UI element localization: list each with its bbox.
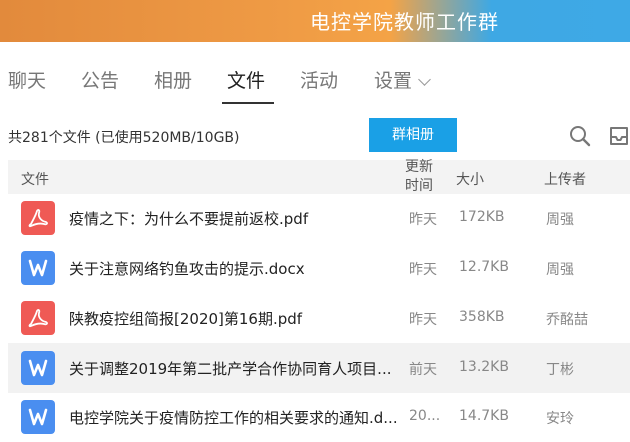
tab-settings-label: 设置 (374, 70, 413, 92)
word-icon (21, 351, 55, 385)
file-size: 12.7KB (459, 259, 509, 275)
file-uploader: 周强 (546, 212, 574, 228)
chevron-down-icon (418, 73, 431, 86)
file-name[interactable]: 关于调整2019年第二批产学合作协同育人项目... (69, 358, 399, 379)
header-size[interactable]: 大小 (456, 169, 484, 189)
file-time: 昨天 (409, 312, 437, 328)
title-bar: 电控学院教师工作群 (0, 0, 630, 42)
tab-album[interactable]: 相册 (154, 66, 192, 93)
pdf-icon (21, 301, 55, 335)
table-row[interactable]: 电控学院关于疫情防控工作的相关要求的通知.d... 20... 14.7KB 安… (8, 392, 630, 442)
word-icon (21, 251, 55, 285)
header-updated-line1: 更新 (405, 159, 433, 175)
inbox-icon[interactable] (607, 124, 630, 148)
tab-bar: 聊天 公告 相册 文件 活动 设置 (0, 58, 630, 104)
table-row[interactable]: 关于调整2019年第二批产学合作协同育人项目... 前天 13.2KB 丁彬 (8, 343, 630, 393)
table-row[interactable]: 陕教疫控组简报[2020]第16期.pdf 昨天 358KB 乔酩喆 (8, 293, 630, 343)
file-time: 昨天 (409, 212, 437, 228)
tab-announcement[interactable]: 公告 (81, 66, 119, 93)
file-size: 13.2KB (459, 359, 509, 375)
file-name[interactable]: 关于注意网络钓鱼攻击的提示.docx (69, 258, 399, 279)
file-time: 昨天 (409, 262, 437, 278)
header-name[interactable]: 文件 (21, 169, 49, 189)
header-uploader[interactable]: 上传者 (544, 169, 586, 189)
file-size: 14.7KB (459, 408, 509, 424)
file-name[interactable]: 陕教疫控组简报[2020]第16期.pdf (69, 308, 399, 329)
file-time: 前天 (409, 362, 437, 378)
search-icon[interactable] (568, 124, 592, 148)
table-header: 文件 更新 时间 大小 上传者 (8, 158, 630, 196)
file-time: 20... (409, 408, 441, 424)
file-size: 172KB (459, 209, 505, 225)
header-updated-line2: 时间 (405, 178, 433, 194)
active-tab-indicator (222, 102, 274, 104)
tab-settings[interactable]: 设置 (374, 66, 431, 93)
table-row[interactable]: 关于注意网络钓鱼攻击的提示.docx 昨天 12.7KB 周强 (8, 243, 630, 293)
file-uploader: 周强 (546, 262, 574, 278)
header-updated[interactable]: 更新 时间 (405, 158, 433, 196)
group-album-button[interactable]: 群相册 (369, 118, 457, 152)
file-uploader: 丁彬 (546, 362, 574, 378)
file-name[interactable]: 电控学院关于疫情防控工作的相关要求的通知.d... (69, 407, 399, 428)
file-name[interactable]: 疫情之下：为什么不要提前返校.pdf (69, 208, 399, 229)
file-uploader: 安玲 (546, 411, 574, 427)
word-icon (21, 400, 55, 434)
file-count-summary: 共281个文件 (已使用520MB/10GB) (8, 130, 240, 146)
table-row[interactable]: 疫情之下：为什么不要提前返校.pdf 昨天 172KB 周强 (8, 193, 630, 243)
file-uploader: 乔酩喆 (546, 312, 588, 328)
tab-files[interactable]: 文件 (227, 66, 265, 93)
tab-chat[interactable]: 聊天 (8, 66, 46, 93)
tab-activity[interactable]: 活动 (300, 66, 338, 93)
group-title: 电控学院教师工作群 (310, 10, 499, 34)
file-size: 358KB (459, 309, 505, 325)
pdf-icon (21, 201, 55, 235)
